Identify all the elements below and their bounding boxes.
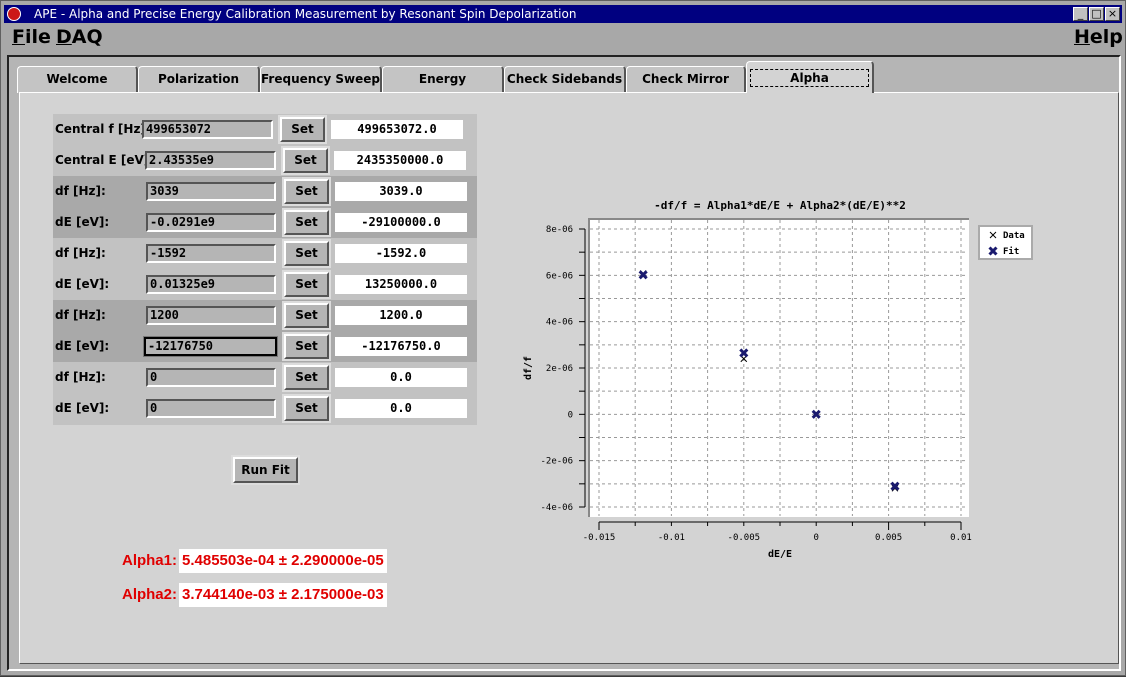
x-tick-label: -0.005	[728, 533, 761, 543]
legend-fit-label: Fit	[1003, 246, 1019, 257]
app-window: APE - Alpha and Precise Energy Calibrati…	[0, 0, 1126, 676]
legend-data-label: Data	[1003, 231, 1025, 241]
x-axis: -0.015 -0.01 -0.005 0 0.005 0.01	[583, 521, 972, 543]
marker-core	[991, 249, 995, 253]
chart-title: -df/f = Alpha1*dE/E + Alpha2*(dE/E)**2	[654, 199, 906, 212]
y-tick-label: -2e-06	[540, 457, 573, 467]
x-tick-label: -0.01	[658, 533, 685, 543]
alpha-fit-chart: -df/f = Alpha1*dE/E + Alpha2*(dE/E)**2 -…	[523, 199, 1033, 560]
x-tick-label: 0.01	[950, 533, 972, 543]
y-tick-label: -4e-06	[540, 503, 573, 513]
y-tick-label: 4e-06	[546, 318, 573, 328]
legend: Data Fit	[978, 225, 1033, 260]
x-tick-label: -0.015	[583, 533, 616, 543]
marker-core	[814, 412, 819, 417]
y-tick-label: 6e-06	[546, 271, 573, 281]
tab-alpha-label: Alpha	[750, 69, 869, 87]
y-tick-label: 8e-06	[546, 225, 573, 235]
x-axis-label: dE/E	[768, 549, 792, 560]
y-tick-label: 0	[568, 410, 573, 420]
x-tick-label: 0	[813, 533, 818, 543]
x-tick-label: 0.005	[875, 533, 902, 543]
y-axis-label: df/f	[523, 356, 534, 380]
tab-alpha[interactable]: Alpha	[746, 61, 874, 93]
y-tick-label: 2e-06	[546, 364, 573, 374]
marker-core	[741, 350, 746, 355]
marker-core	[641, 272, 646, 277]
y-axis: -4e-06 -2e-06 0 2e-06 4e-06 6e-06 8e-06	[540, 225, 586, 513]
marker-core	[892, 484, 897, 489]
